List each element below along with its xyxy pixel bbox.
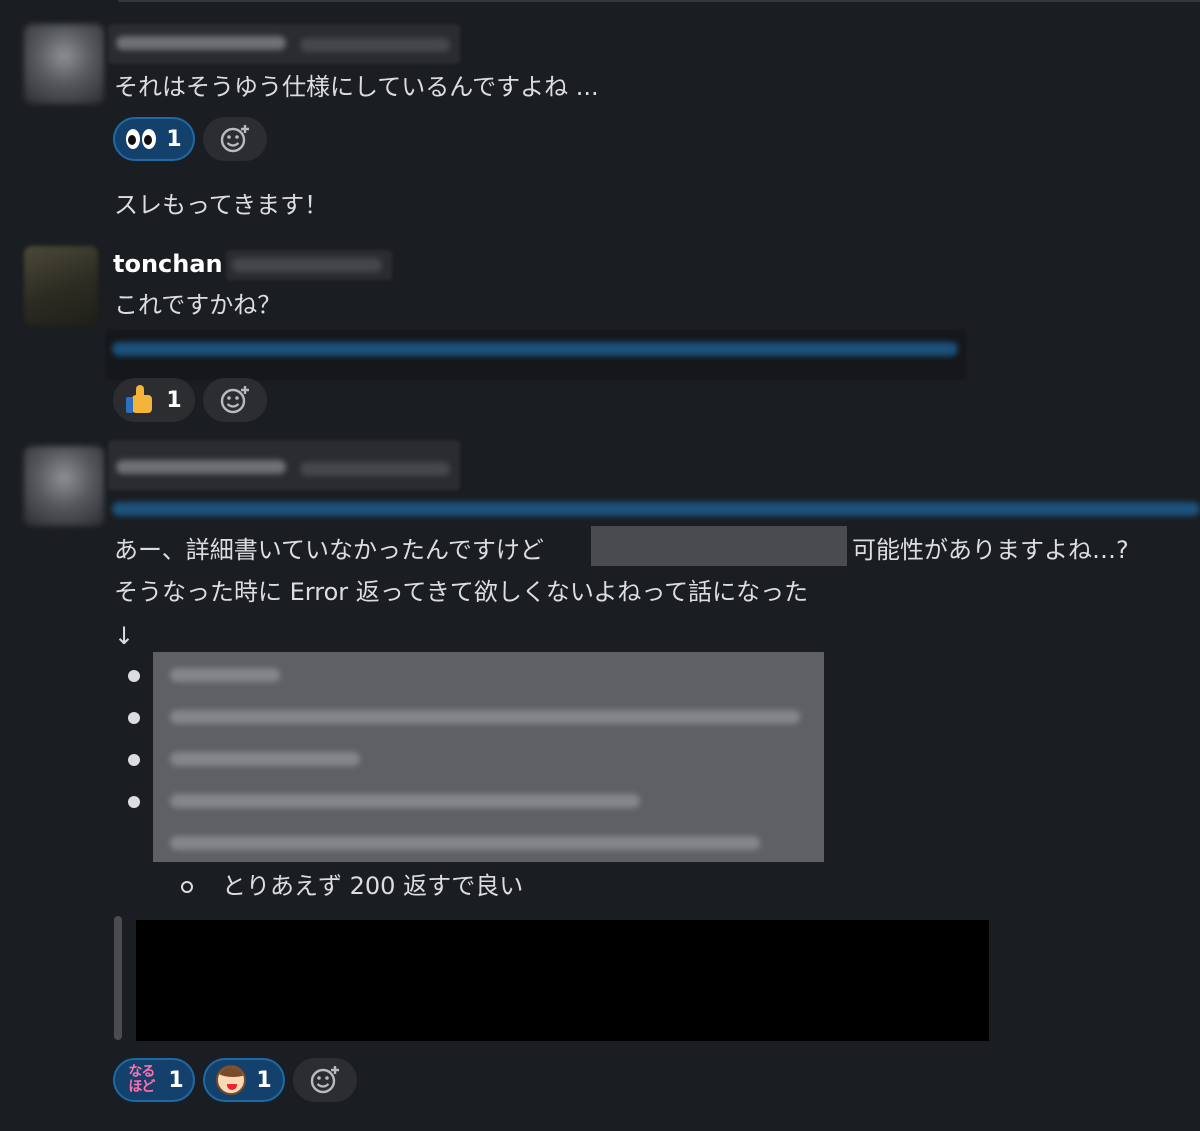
reaction-naruhodo[interactable]: なる ほど 1 xyxy=(113,1058,195,1102)
reaction-count: 1 xyxy=(166,126,182,152)
message-text: スレもってきます！ xyxy=(114,191,329,219)
redacted-inline-text xyxy=(591,526,847,566)
redacted-timestamp xyxy=(300,462,450,476)
naruhodo-icon: なる ほど xyxy=(128,1064,155,1095)
username[interactable]: tonchan xyxy=(113,250,223,278)
top-divider xyxy=(118,0,1200,2)
redacted-list-item xyxy=(170,710,800,724)
avatar[interactable] xyxy=(24,246,98,326)
redacted-timestamp xyxy=(300,38,450,52)
reaction-thumbsup[interactable]: 1 xyxy=(113,378,195,422)
list-bullet xyxy=(128,754,140,766)
message-text-line1-after: 可能性がありますよね…? xyxy=(852,536,1129,564)
reaction-count: 1 xyxy=(166,387,182,413)
avatar[interactable] xyxy=(24,24,104,104)
reaction-count: 1 xyxy=(256,1067,272,1093)
add-reaction-button[interactable] xyxy=(293,1058,357,1102)
reaction-count: 1 xyxy=(168,1067,184,1093)
message-text-line1-before: あー、詳細書いていなかったんですけど xyxy=(114,536,544,564)
redacted-username xyxy=(116,36,286,50)
redacted-username xyxy=(116,460,286,474)
sub-list-item: とりあえず 200 返すで良い xyxy=(222,872,524,900)
add-reaction-icon xyxy=(220,386,249,414)
reaction-eyes[interactable]: 1 xyxy=(113,117,195,161)
quote-bar xyxy=(114,916,122,1040)
eyes-icon xyxy=(126,129,157,149)
list-bullet xyxy=(128,796,140,808)
redacted-link[interactable] xyxy=(112,342,958,356)
redacted-list-item xyxy=(170,668,280,682)
sub-list-bullet xyxy=(181,881,193,893)
avatar[interactable] xyxy=(24,446,104,526)
arrow-down: ↓ xyxy=(114,622,135,650)
message-text: これですかね？ xyxy=(114,291,282,319)
add-reaction-button[interactable] xyxy=(203,117,267,161)
message-text-line2: そうなった時に Error 返ってきて欲しくないよねって話になった xyxy=(114,578,809,606)
add-reaction-icon xyxy=(310,1066,339,1094)
thumbsup-icon xyxy=(126,385,156,415)
list-bullet xyxy=(128,712,140,724)
face-icon xyxy=(216,1065,247,1095)
message-text: それはそうゆう仕様にしているんですよね ... xyxy=(114,73,599,101)
redacted-quote-block xyxy=(136,920,989,1041)
list-bullet xyxy=(128,670,140,682)
redacted-list-item xyxy=(170,794,640,808)
redacted-list-item xyxy=(170,836,760,850)
redacted-timestamp-text xyxy=(232,258,382,272)
reaction-face[interactable]: 1 xyxy=(203,1058,285,1102)
redacted-list-item xyxy=(170,752,360,766)
add-reaction-icon xyxy=(220,125,249,153)
redacted-link[interactable] xyxy=(112,502,1200,516)
add-reaction-button[interactable] xyxy=(203,378,267,422)
